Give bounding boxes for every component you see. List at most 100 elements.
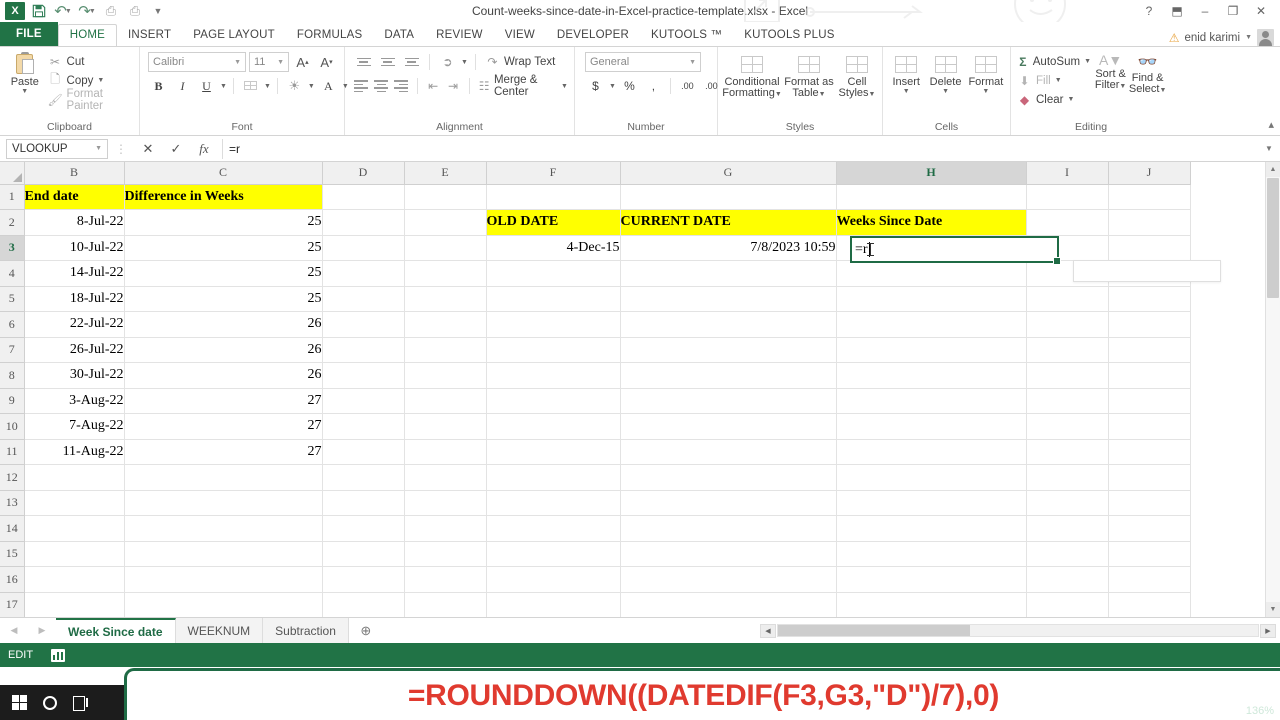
cell-H1[interactable] [836, 184, 1027, 210]
account-area[interactable]: ⚠ enid karimi ▼ [1169, 29, 1280, 46]
paste-caret-icon[interactable]: ▼ [21, 88, 28, 95]
cell-F4[interactable] [486, 260, 621, 287]
cell-F9[interactable] [486, 388, 621, 414]
format-caret-icon[interactable]: ▼ [982, 88, 989, 95]
scroll-right-icon[interactable]: ▶ [1260, 623, 1276, 638]
cell-E14[interactable] [404, 515, 487, 542]
align-center-button[interactable] [373, 76, 390, 96]
sheet-tab-subtraction[interactable]: Subtraction [263, 618, 349, 643]
cell-B7[interactable]: 26-Jul-22 [24, 337, 125, 363]
sheet-tab-weeknum[interactable]: WEEKNUM [175, 618, 264, 643]
cell-B10[interactable]: 7-Aug-22 [24, 413, 125, 440]
cell-H9[interactable] [836, 388, 1027, 414]
name-box[interactable]: VLOOKUP ▼ [6, 138, 108, 159]
cell-C5[interactable]: 25 [124, 286, 323, 312]
help-icon[interactable]: ? [1136, 1, 1162, 21]
cell-C17[interactable] [124, 592, 323, 617]
cell-D12[interactable] [322, 464, 405, 491]
cell-G14[interactable] [620, 515, 837, 542]
format-cells-button[interactable]: Format ▼ [966, 52, 1006, 95]
table-row[interactable]: 9 3-Aug-22 27 [0, 388, 1191, 414]
bold-button[interactable]: B [148, 76, 169, 96]
tab-data[interactable]: DATA [373, 24, 425, 46]
table-row[interactable]: 7 26-Jul-22 26 [0, 337, 1191, 363]
font-size-select[interactable]: 11 ▼ [249, 52, 289, 72]
row-header-1[interactable]: 1 [0, 184, 25, 210]
cell-D1[interactable] [322, 184, 405, 210]
tab-insert[interactable]: INSERT [117, 24, 182, 46]
cell-G3[interactable]: 7/8/2023 10:59 [620, 235, 837, 261]
cell-H2[interactable]: Weeks Since Date [836, 209, 1027, 236]
number-format-select[interactable]: General ▼ [585, 52, 701, 72]
next-sheet-icon[interactable]: ▶ [28, 625, 56, 636]
align-middle-button[interactable] [377, 52, 398, 72]
cell-C6[interactable]: 26 [124, 311, 323, 338]
cell-C15[interactable] [124, 541, 323, 567]
column-header-I[interactable]: I [1026, 162, 1109, 185]
cell-I8[interactable] [1026, 362, 1109, 389]
italic-button[interactable]: I [172, 76, 193, 96]
formula-autocomplete-dropdown[interactable] [1073, 260, 1221, 282]
autosum-caret-icon[interactable]: ▼ [1084, 58, 1091, 65]
table-row[interactable]: 14 [0, 515, 1191, 542]
cell-B1[interactable]: End date [24, 184, 125, 210]
cell-D6[interactable] [322, 311, 405, 338]
cell-G16[interactable] [620, 566, 837, 593]
cell-G15[interactable] [620, 541, 837, 567]
delete-cells-button[interactable]: Delete ▼ [925, 52, 965, 95]
cell-J13[interactable] [1108, 490, 1191, 516]
column-header-G[interactable]: G [620, 162, 837, 185]
formula-bar-buttons[interactable]: ✕ ✓ fx [134, 139, 218, 159]
cell-D13[interactable] [322, 490, 405, 516]
cell-D17[interactable] [322, 592, 405, 617]
cortana-search-button[interactable] [43, 695, 57, 710]
table-row[interactable]: 16 [0, 566, 1191, 593]
tab-review[interactable]: REVIEW [425, 24, 494, 46]
cell-G4[interactable] [620, 260, 837, 287]
cell-F5[interactable] [486, 286, 621, 312]
row-header-2[interactable]: 2 [0, 209, 25, 236]
tab-file[interactable]: FILE [0, 22, 58, 46]
row-header-13[interactable]: 13 [0, 490, 25, 516]
cell-J7[interactable] [1108, 337, 1191, 363]
cell-J10[interactable] [1108, 413, 1191, 440]
column-header-row[interactable]: B C D E F G H I J [0, 162, 1191, 185]
cell-C8[interactable]: 26 [124, 362, 323, 389]
chevron-down-icon[interactable]: ▼ [234, 59, 241, 66]
row-header-12[interactable]: 12 [0, 464, 25, 491]
cell-I1[interactable] [1026, 184, 1109, 210]
vertical-scrollbar[interactable]: ▲ ▼ [1265, 162, 1280, 617]
cell-C4[interactable]: 25 [124, 260, 323, 287]
cell-C9[interactable]: 27 [124, 388, 323, 414]
scroll-left-icon[interactable]: ◀ [760, 623, 776, 638]
cell-E2[interactable] [404, 209, 487, 236]
cell-E12[interactable] [404, 464, 487, 491]
cell-D8[interactable] [322, 362, 405, 389]
cell-C7[interactable]: 26 [124, 337, 323, 363]
cell-I14[interactable] [1026, 515, 1109, 542]
cell-H8[interactable] [836, 362, 1027, 389]
save-icon[interactable] [28, 1, 50, 21]
cell-J12[interactable] [1108, 464, 1191, 491]
sort-filter-button[interactable]: A▼ Sort & Filter▼ [1093, 50, 1128, 92]
column-header-C[interactable]: C [124, 162, 323, 185]
cell-E13[interactable] [404, 490, 487, 516]
orientation-button[interactable]: ➲ [437, 52, 458, 72]
cell-C10[interactable]: 27 [124, 413, 323, 440]
cell-H6[interactable] [836, 311, 1027, 338]
format-as-table-button[interactable]: Format as Table▼ [783, 52, 835, 100]
borders-button[interactable] [240, 76, 261, 96]
table-row[interactable]: 2 8-Jul-22 25 OLD DATE CURRENT DATE Week… [0, 209, 1191, 236]
cell-D15[interactable] [322, 541, 405, 567]
sheet-tab-bar[interactable]: ◀ ▶ Week Since date WEEKNUM Subtraction … [0, 617, 1280, 643]
tab-kutools-plus[interactable]: KUTOOLS PLUS [733, 24, 845, 46]
table-row[interactable]: 4 14-Jul-22 25 [0, 260, 1191, 287]
windows-taskbar[interactable] [0, 685, 124, 720]
autosum-button[interactable]: Σ AutoSum ▼ [1015, 52, 1093, 71]
insert-cells-button[interactable]: Insert ▼ [887, 52, 925, 95]
cell-G7[interactable] [620, 337, 837, 363]
column-header-F[interactable]: F [486, 162, 621, 185]
align-top-button[interactable] [353, 52, 374, 72]
enter-formula-icon[interactable]: ✓ [162, 139, 190, 159]
cell-H17[interactable] [836, 592, 1027, 617]
